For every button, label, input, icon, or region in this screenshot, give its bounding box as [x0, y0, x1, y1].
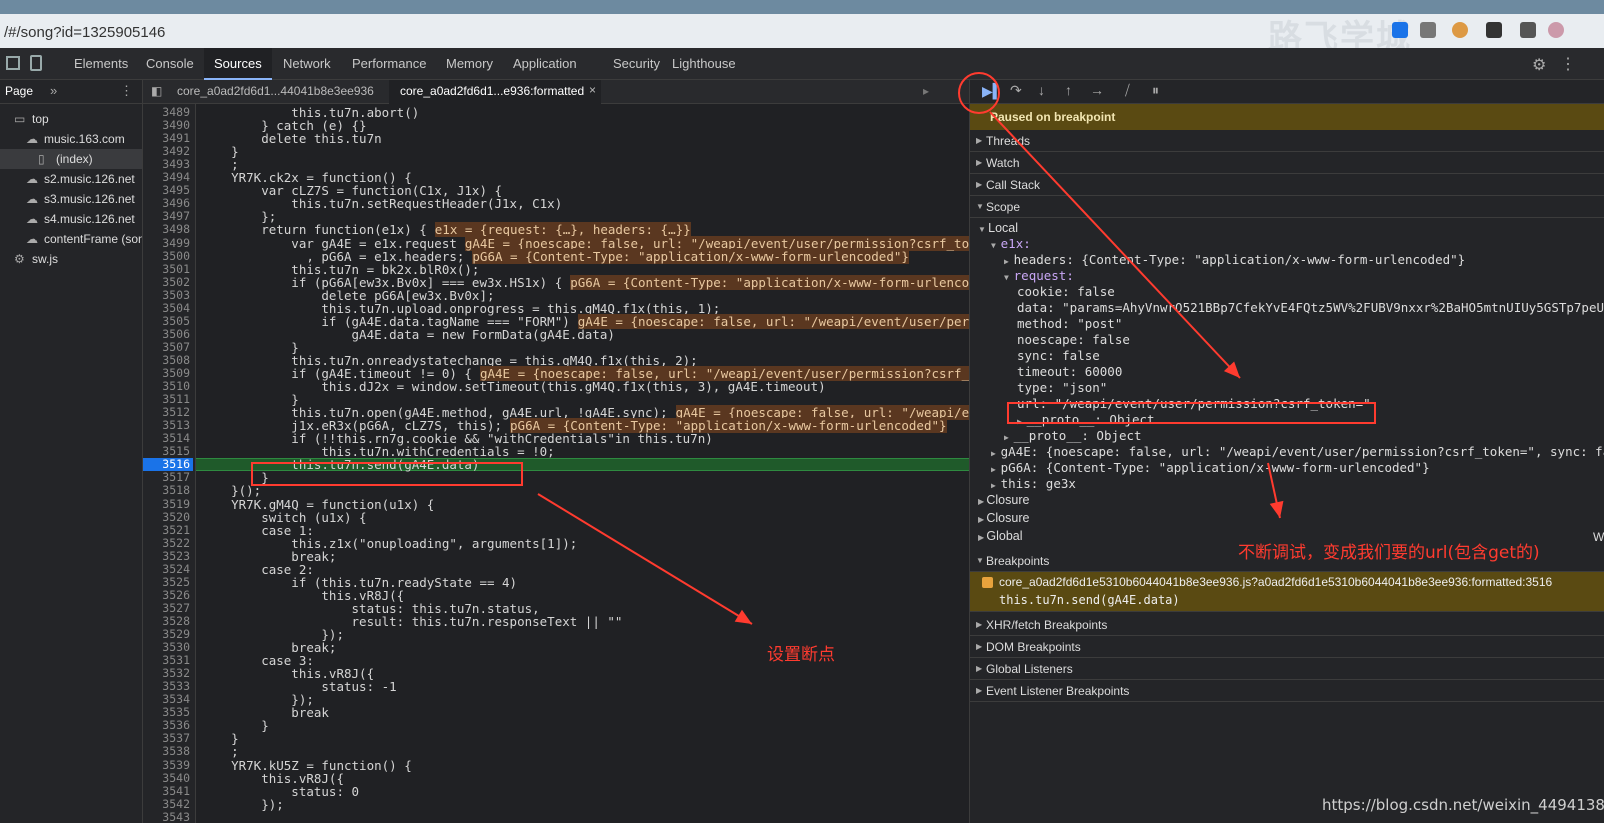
arrow-to-url — [989, 111, 1241, 379]
url-highlight-box — [1007, 402, 1376, 424]
annotation-set-breakpoint: 设置断点 — [767, 645, 835, 665]
annotation-debug-note: 不断调试，变成我们要的url(包含get的) — [1238, 543, 1540, 563]
csdn-watermark: https://blog.csdn.net/weixin_44941385 — [1322, 796, 1604, 814]
resume-circle-highlight — [958, 72, 1000, 114]
send-line-highlight-box — [251, 462, 523, 486]
arrow-to-breakpoint-note-head — [734, 609, 752, 624]
annotation-overlay — [251, 72, 1376, 625]
arrow-to-breakpoint-note — [537, 493, 753, 625]
arrow-to-debug-note-head — [1269, 500, 1284, 518]
